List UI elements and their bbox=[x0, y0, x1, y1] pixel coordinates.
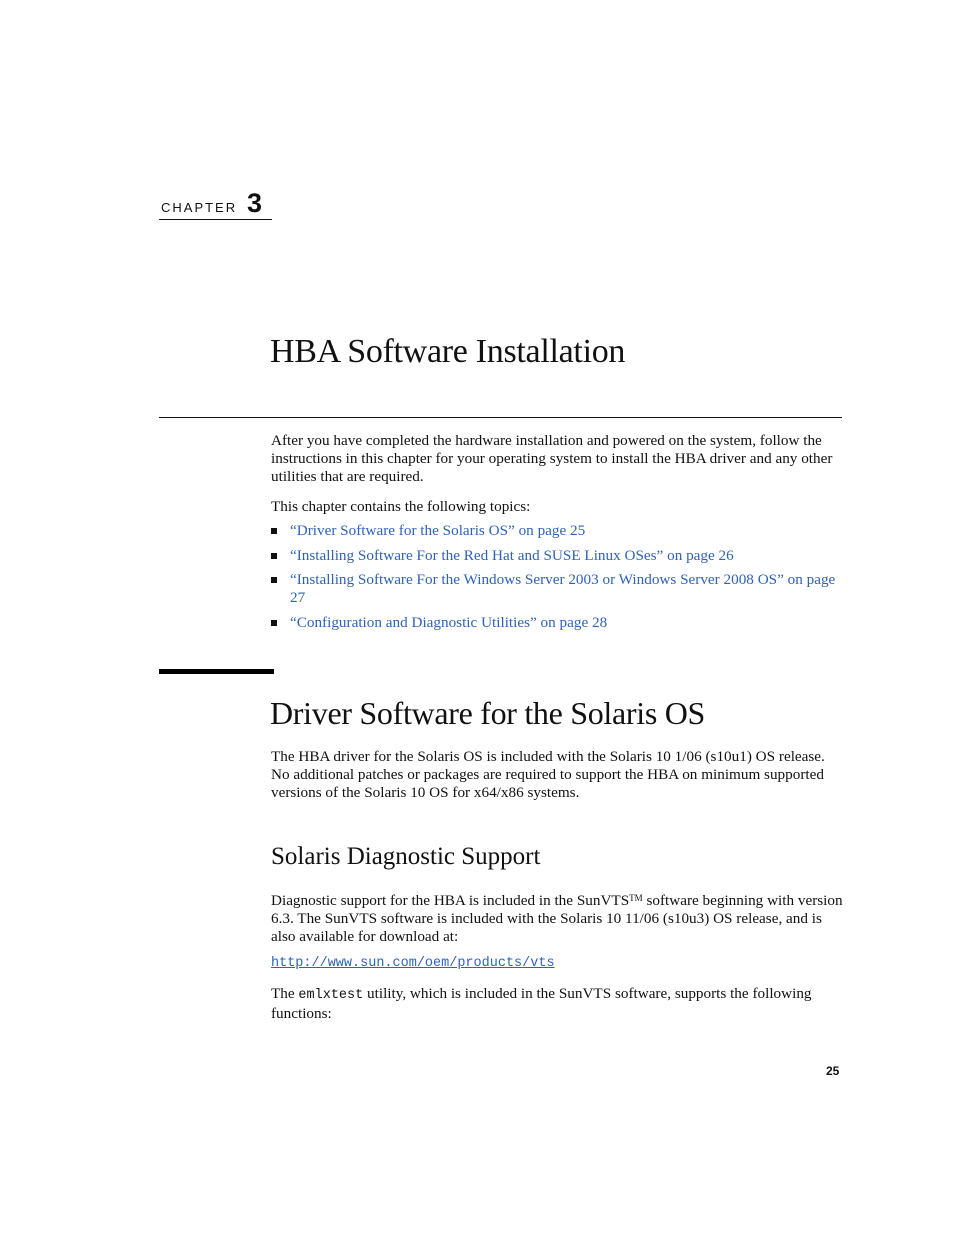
download-url-link[interactable]: http://www.sun.com/oem/products/vts bbox=[271, 956, 555, 971]
bullet-icon bbox=[271, 528, 277, 534]
bullet-icon bbox=[271, 619, 277, 626]
topic-item: “Configuration and Diagnostic Utilities”… bbox=[271, 614, 846, 632]
topic-item: “Driver Software for the Solaris OS” on … bbox=[271, 522, 846, 540]
chapter-label: CHAPTER bbox=[161, 200, 238, 215]
topics-lead: This chapter contains the following topi… bbox=[271, 498, 531, 515]
topic-item: “Installing Software For the Red Hat and… bbox=[271, 547, 846, 565]
chapter-title: HBA Software Installation bbox=[270, 333, 626, 370]
topic-link-linux[interactable]: “Installing Software For the Red Hat and… bbox=[290, 547, 734, 564]
subsection-title: Solaris Diagnostic Support bbox=[271, 843, 541, 870]
intro-paragraph: After you have completed the hardware in… bbox=[271, 432, 833, 485]
emlxtest-code: emlxtest bbox=[298, 988, 364, 1003]
page-number: 25 bbox=[826, 1064, 840, 1078]
topics-list: “Driver Software for the Solaris OS” on … bbox=[271, 522, 846, 638]
topic-link-utilities[interactable]: “Configuration and Diagnostic Utilities”… bbox=[290, 614, 607, 631]
topic-link-solaris-driver[interactable]: “Driver Software for the Solaris OS” on … bbox=[290, 522, 585, 539]
section-bar bbox=[159, 669, 274, 674]
chapter-underline bbox=[159, 219, 272, 220]
trademark-symbol: TM bbox=[629, 893, 643, 903]
bullet-icon bbox=[271, 552, 277, 559]
diagnostic-paragraph: Diagnostic support for the HBA is includ… bbox=[271, 889, 846, 946]
section-paragraph: The HBA driver for the Solaris OS is inc… bbox=[271, 748, 825, 801]
diagnostic-text-start: Diagnostic support for the HBA is includ… bbox=[271, 892, 630, 909]
bullet-icon bbox=[271, 577, 277, 583]
emlxtest-text-prefix: The bbox=[271, 985, 299, 1002]
topic-item: “Installing Software For the Windows Ser… bbox=[271, 571, 846, 607]
emlxtest-paragraph: The emlxtest utility, which is included … bbox=[271, 985, 846, 1023]
chapter-number: 3 bbox=[247, 188, 263, 218]
topic-link-windows[interactable]: “Installing Software For the Windows Ser… bbox=[290, 571, 835, 606]
title-divider bbox=[159, 417, 842, 418]
section-title: Driver Software for the Solaris OS bbox=[270, 695, 706, 731]
